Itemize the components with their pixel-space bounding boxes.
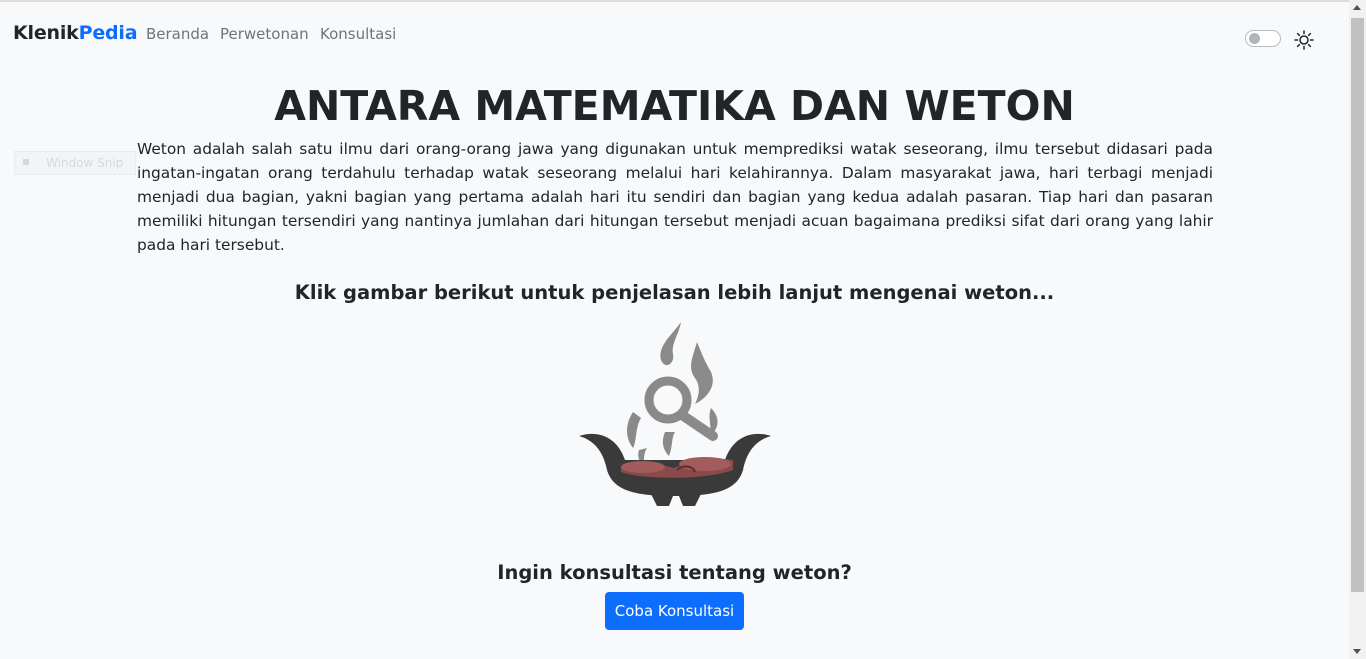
intro-paragraph: Weton adalah salah satu ilmu dari orang-… <box>137 140 1213 254</box>
brand-part-1: Klenik <box>13 22 79 44</box>
snip-label: Window Snip <box>46 156 124 170</box>
sun-icon <box>1294 30 1314 50</box>
scrollbar-thumb[interactable] <box>1351 18 1364 592</box>
nav-link-konsultasi[interactable]: Konsultasi <box>320 25 396 43</box>
scroll-down-arrow-icon[interactable] <box>1353 649 1361 654</box>
click-prompt-heading: Klik gambar berikut untuk penjelasan leb… <box>294 281 1055 304</box>
page-title: ANTARA MATEMATIKA DAN WETON <box>274 82 1075 130</box>
snip-icon <box>23 159 29 165</box>
incense-burner-magnifier-icon[interactable] <box>577 320 773 510</box>
theme-toggle-switch[interactable] <box>1245 30 1281 47</box>
vertical-scrollbar[interactable] <box>1349 0 1366 659</box>
window-snip-overlay[interactable]: Window Snip <box>14 151 136 175</box>
toggle-knob <box>1249 33 1260 44</box>
brand-part-2: Pedia <box>78 22 138 44</box>
nav-link-perwetonan[interactable]: Perwetonan <box>220 25 309 43</box>
consult-prompt-heading: Ingin konsultasi tentang weton? <box>497 561 852 584</box>
nav-link-beranda[interactable]: Beranda <box>146 25 209 43</box>
brand-logo[interactable]: KlenikPedia <box>13 22 138 44</box>
navbar: KlenikPedia Beranda Perwetonan Konsultas… <box>0 2 1349 62</box>
scroll-up-arrow-icon[interactable] <box>1353 5 1361 10</box>
coba-konsultasi-button[interactable]: Coba Konsultasi <box>605 592 744 630</box>
